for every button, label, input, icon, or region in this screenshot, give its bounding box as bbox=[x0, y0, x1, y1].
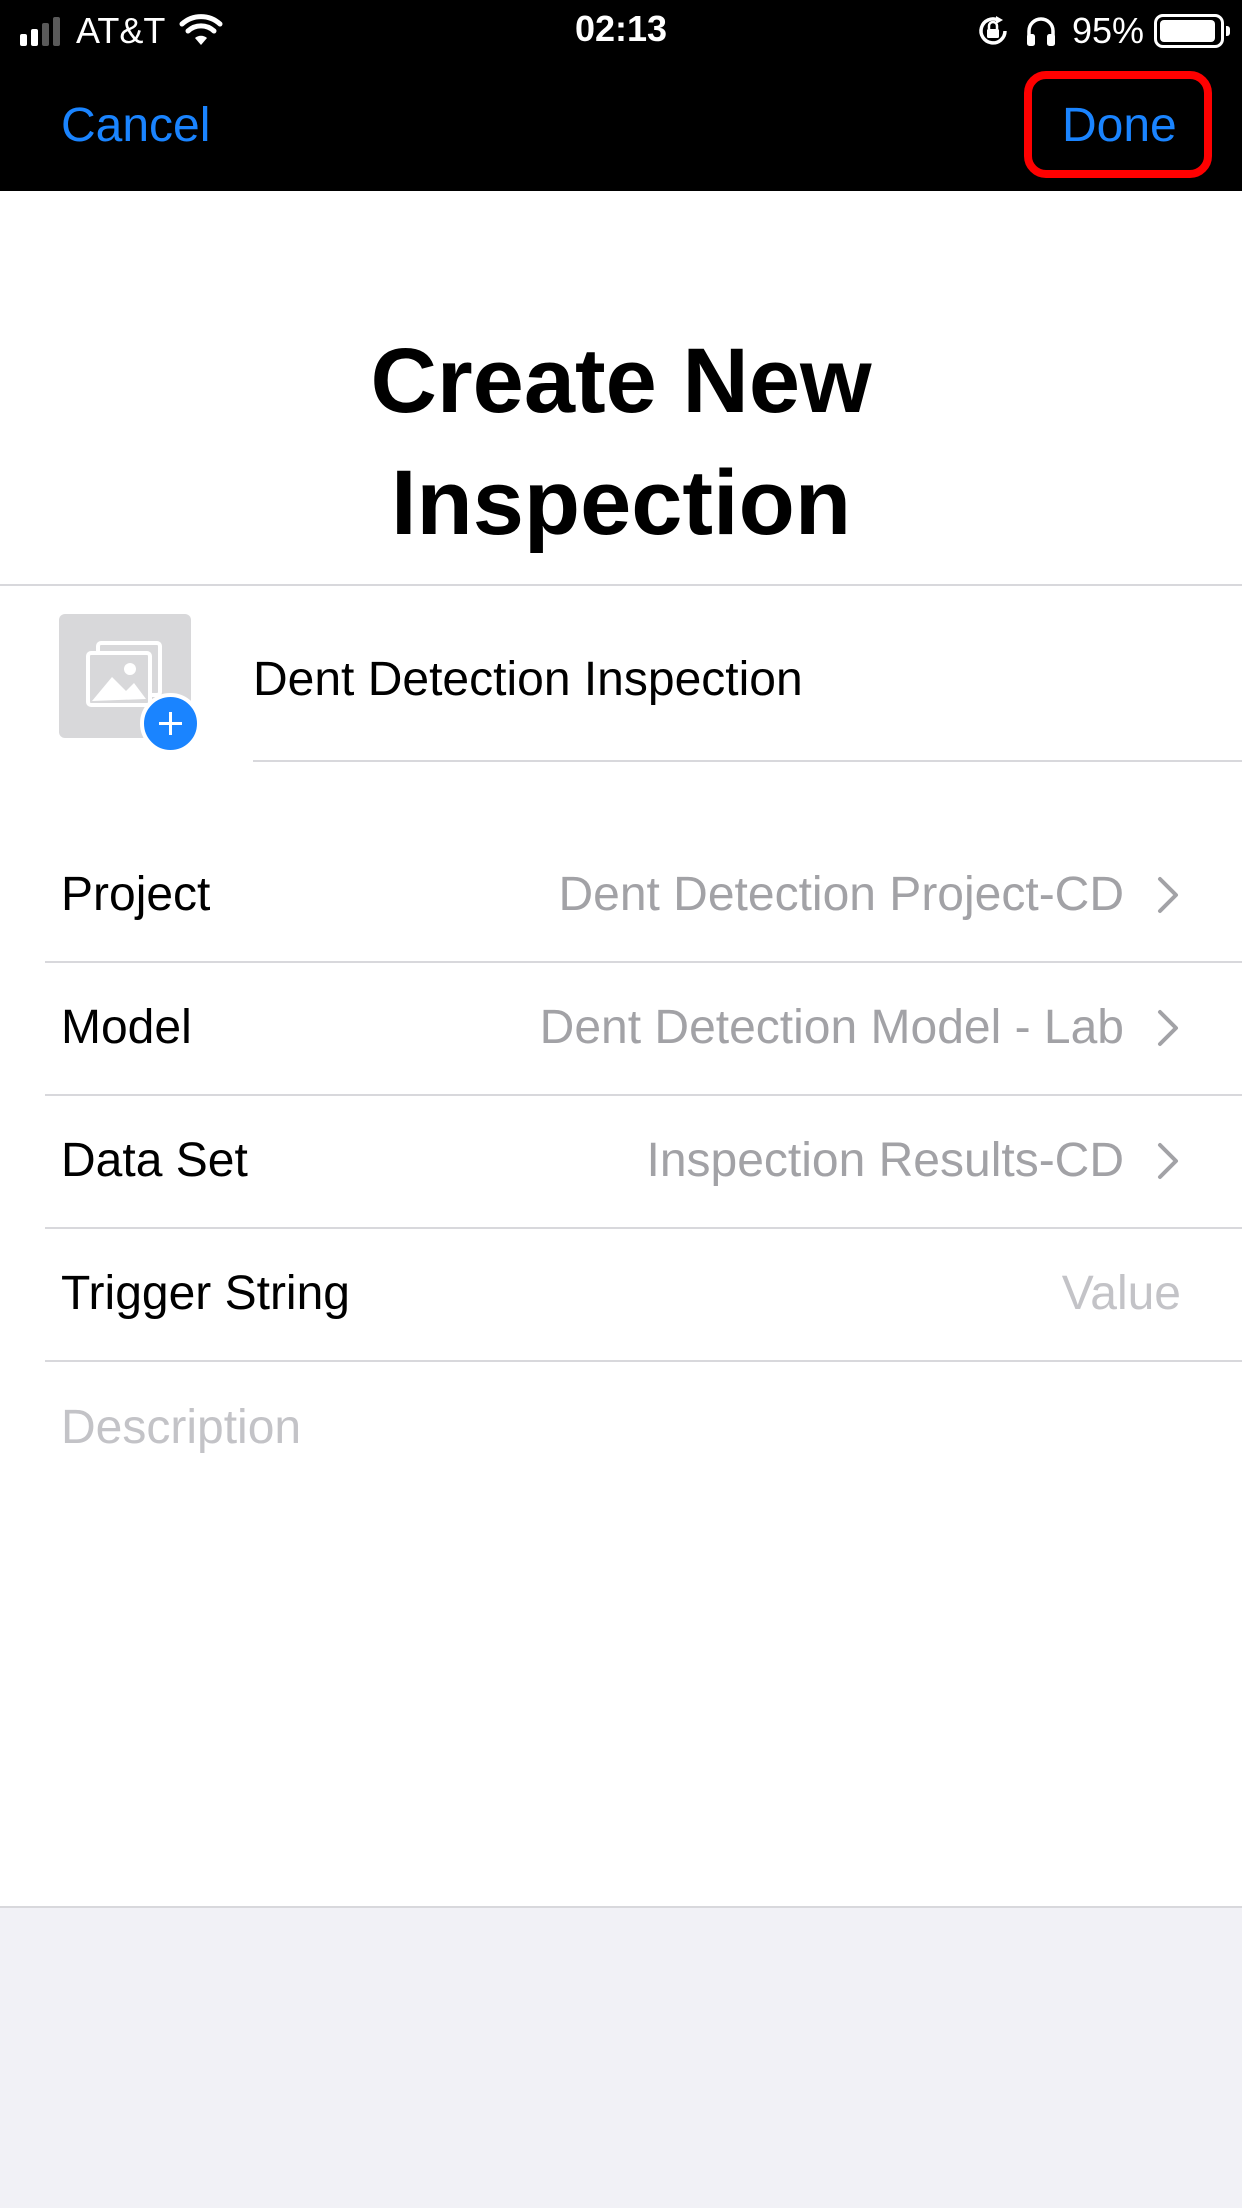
project-label: Project bbox=[61, 868, 211, 921]
status-right: 95% bbox=[976, 10, 1230, 52]
battery-level bbox=[1160, 20, 1216, 42]
name-divider bbox=[253, 760, 1242, 762]
model-row[interactable]: Model Dent Detection Model - Lab bbox=[0, 962, 1242, 1095]
title-divider bbox=[0, 584, 1242, 586]
inspection-name-field[interactable]: Dent Detection Inspection bbox=[253, 652, 1213, 722]
chevron-right-icon bbox=[1158, 1143, 1178, 1179]
data-set-value: Inspection Results-CD bbox=[646, 1134, 1124, 1187]
trigger-string-input[interactable]: Value bbox=[1062, 1266, 1181, 1321]
grouped-background bbox=[0, 1906, 1242, 2208]
data-set-label: Data Set bbox=[61, 1134, 248, 1187]
model-label: Model bbox=[61, 1001, 192, 1054]
project-value: Dent Detection Project-CD bbox=[558, 868, 1124, 921]
description-field[interactable]: Description bbox=[61, 1400, 301, 1455]
top-bar: AT&T 02:13 95% Cancel Done bbox=[0, 0, 1242, 191]
trigger-string-row[interactable]: Trigger String Value bbox=[0, 1228, 1242, 1361]
battery-icon bbox=[1154, 14, 1230, 48]
page-title-line-2: Inspection bbox=[390, 452, 852, 554]
row-divider bbox=[45, 1360, 1242, 1362]
orientation-lock-icon bbox=[979, 16, 1007, 45]
page-title: Create New Inspection bbox=[0, 320, 1242, 564]
data-set-row[interactable]: Data Set Inspection Results-CD bbox=[0, 1095, 1242, 1228]
project-row[interactable]: Project Dent Detection Project-CD bbox=[0, 829, 1242, 962]
status-bar: AT&T 02:13 95% bbox=[0, 0, 1242, 62]
headphones-icon bbox=[1026, 17, 1055, 46]
model-value: Dent Detection Model - Lab bbox=[539, 1001, 1124, 1054]
battery-percent: 95% bbox=[1071, 10, 1144, 51]
chevron-right-icon bbox=[1158, 877, 1178, 913]
trigger-string-label: Trigger String bbox=[61, 1267, 350, 1320]
page-title-line-1: Create New bbox=[370, 330, 872, 432]
chevron-right-icon bbox=[1158, 1010, 1178, 1046]
cancel-button[interactable]: Cancel bbox=[61, 98, 210, 153]
add-image-icon[interactable] bbox=[140, 693, 201, 754]
done-button[interactable]: Done bbox=[1062, 98, 1177, 153]
